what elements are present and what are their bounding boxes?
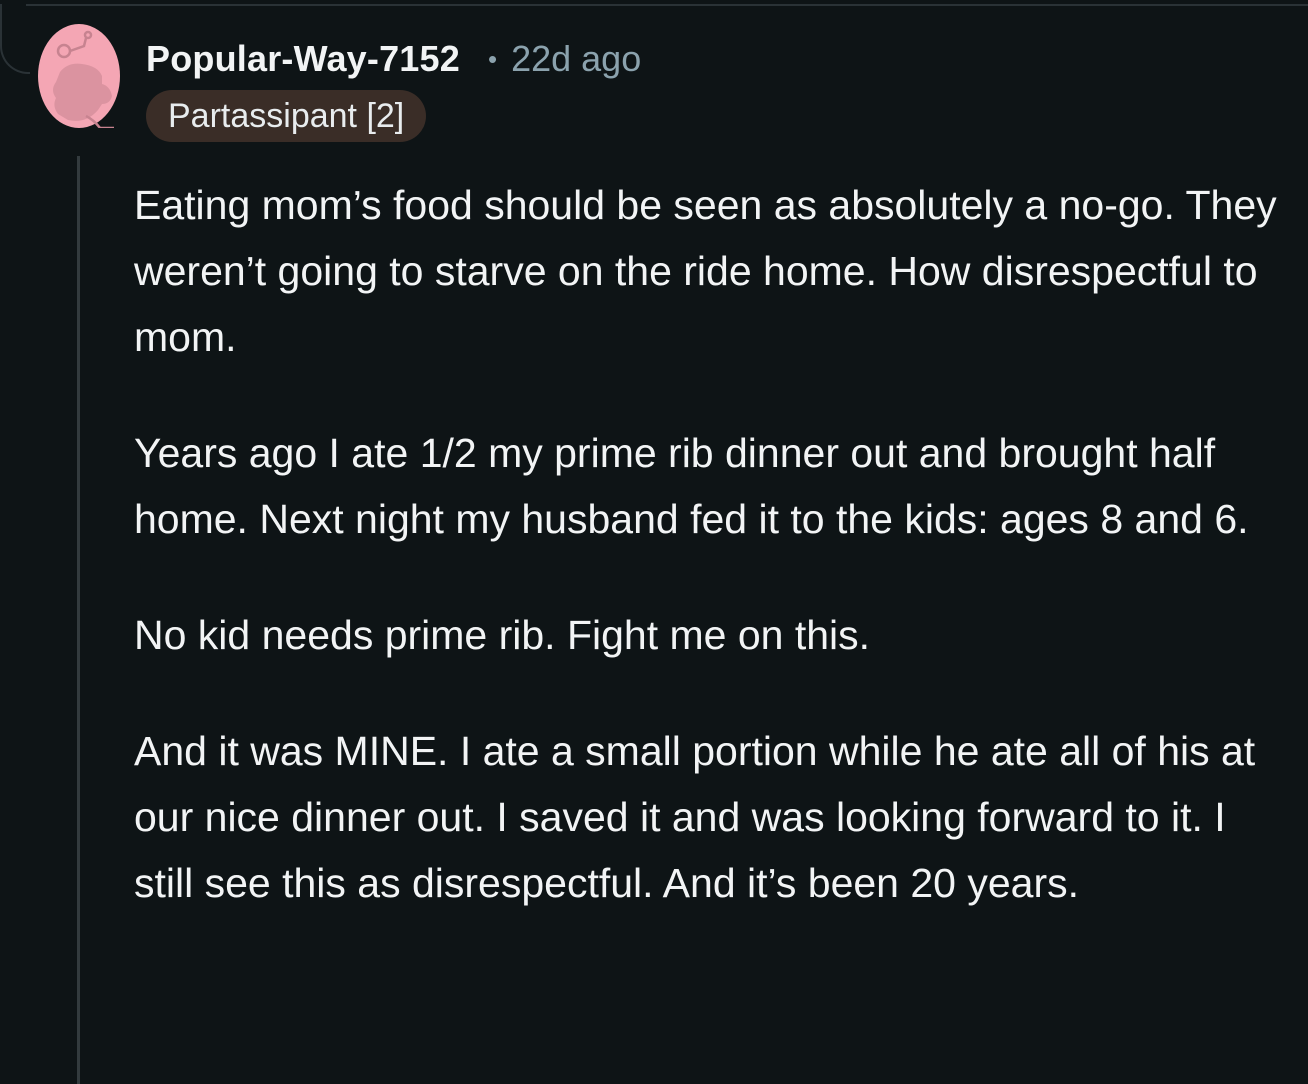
comment-paragraph: Eating mom’s food should be seen as abso… <box>134 182 1277 360</box>
thread-connector-curve <box>0 4 30 74</box>
comment-header: Popular-Way-7152 • 22d ago <box>146 36 641 82</box>
comment-timestamp[interactable]: 22d ago <box>511 38 641 80</box>
username-link[interactable]: Popular-Way-7152 <box>146 38 460 80</box>
comment-paragraph: No kid needs prime rib. Fight me on this… <box>134 612 871 658</box>
parent-thread-border <box>26 4 1308 6</box>
snoo-avatar-icon <box>38 24 120 128</box>
meta-separator: • <box>487 43 498 74</box>
user-avatar[interactable] <box>38 24 120 128</box>
comment-paragraph: And it was MINE. I ate a small portion w… <box>134 728 1256 906</box>
user-flair-badge: Partassipant [2] <box>146 90 427 142</box>
comment-paragraph: Years ago I ate 1/2 my prime rib dinner … <box>134 430 1249 542</box>
thread-line[interactable] <box>77 156 80 1084</box>
comment-body: Eating mom’s food should be seen as abso… <box>134 172 1294 966</box>
